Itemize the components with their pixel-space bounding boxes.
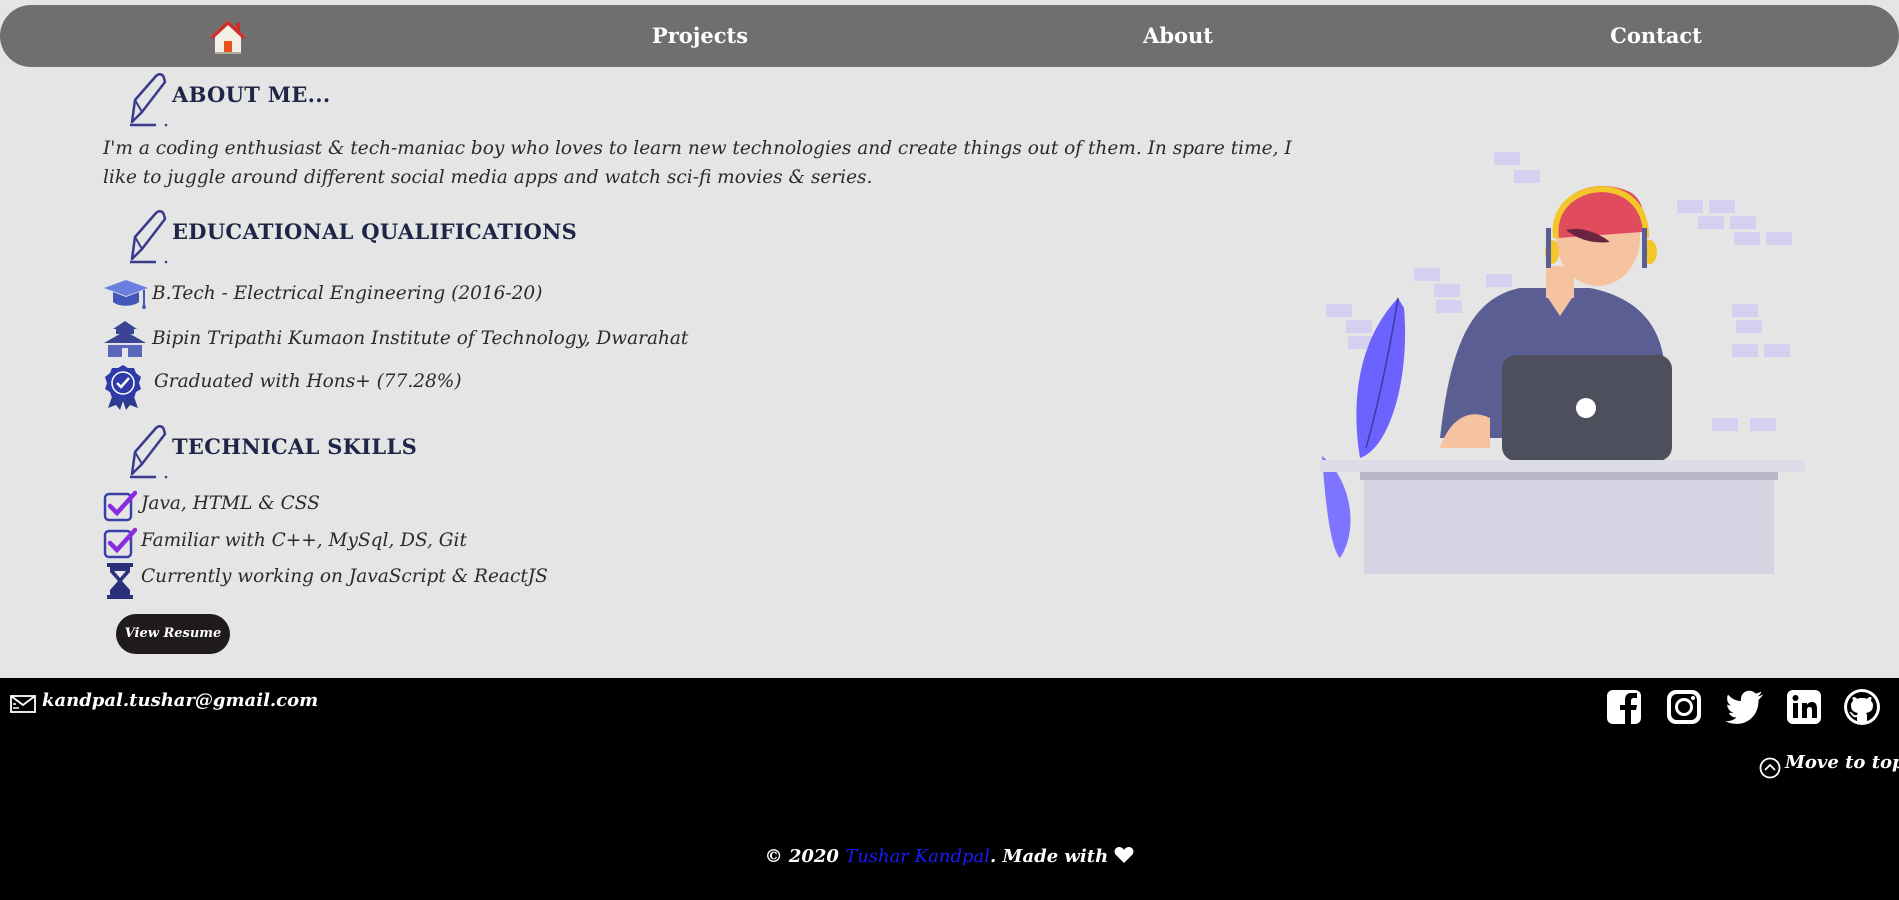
institute-icon bbox=[104, 321, 146, 357]
view-resume-button[interactable]: View Resume bbox=[116, 614, 230, 654]
move-to-top-label[interactable]: Move to top bbox=[1785, 752, 1899, 773]
skill-text: Currently working on JavaScript & ReactJ… bbox=[141, 566, 548, 587]
facebook-icon[interactable] bbox=[1605, 688, 1643, 726]
skill-text: Familiar with C++, MySql, DS, Git bbox=[141, 530, 467, 551]
twitter-icon[interactable] bbox=[1725, 688, 1763, 726]
skills-title: TECHNICAL SKILLS bbox=[172, 434, 418, 459]
instagram-icon[interactable] bbox=[1665, 688, 1703, 726]
pen-icon bbox=[130, 210, 168, 264]
mail-icon bbox=[10, 695, 36, 713]
nav-projects[interactable]: Projects bbox=[652, 5, 748, 67]
copyright-prefix: © 2020 bbox=[764, 846, 846, 867]
pen-icon bbox=[130, 425, 168, 479]
hourglass-icon bbox=[107, 563, 133, 599]
education-text: B.Tech - Electrical Engineering (2016-20… bbox=[152, 283, 543, 304]
checkbox-icon bbox=[103, 527, 137, 559]
move-to-top-link[interactable]: Move to top bbox=[1759, 752, 1899, 779]
pen-icon bbox=[130, 73, 168, 127]
copyright-suffix: . Made with bbox=[990, 846, 1115, 867]
footer: kandpal.tushar@gmail.com Move to top © 2… bbox=[0, 678, 1899, 900]
nav-contact[interactable]: Contact bbox=[1610, 5, 1702, 67]
badge-icon bbox=[105, 365, 141, 410]
chevron-up-circle-icon bbox=[1759, 757, 1781, 779]
about-title: ABOUT ME... bbox=[172, 82, 331, 107]
about-text: I'm a coding enthusiast & tech-maniac bo… bbox=[103, 138, 1292, 188]
github-icon[interactable] bbox=[1843, 688, 1881, 726]
heart-icon bbox=[1114, 847, 1134, 863]
home-icon[interactable] bbox=[208, 17, 248, 57]
navbar: Projects About Contact bbox=[0, 5, 1899, 67]
copyright: © 2020 Tushar Kandpal. Made with bbox=[0, 846, 1899, 867]
checkbox-icon bbox=[103, 490, 137, 522]
author-link[interactable]: Tushar Kandpal bbox=[845, 846, 990, 867]
nav-about[interactable]: About bbox=[1143, 5, 1213, 67]
education-text: Graduated with Hons+ (77.28%) bbox=[154, 371, 462, 392]
education-text: Bipin Tripathi Kumaon Institute of Techn… bbox=[152, 328, 689, 349]
graduation-cap-icon bbox=[104, 280, 148, 309]
linkedin-icon[interactable] bbox=[1785, 688, 1823, 726]
developer-illustration bbox=[1320, 152, 1805, 574]
email-text[interactable]: kandpal.tushar@gmail.com bbox=[42, 690, 318, 711]
skill-text: Java, HTML & CSS bbox=[141, 493, 320, 514]
education-title: EDUCATIONAL QUALIFICATIONS bbox=[172, 219, 578, 244]
